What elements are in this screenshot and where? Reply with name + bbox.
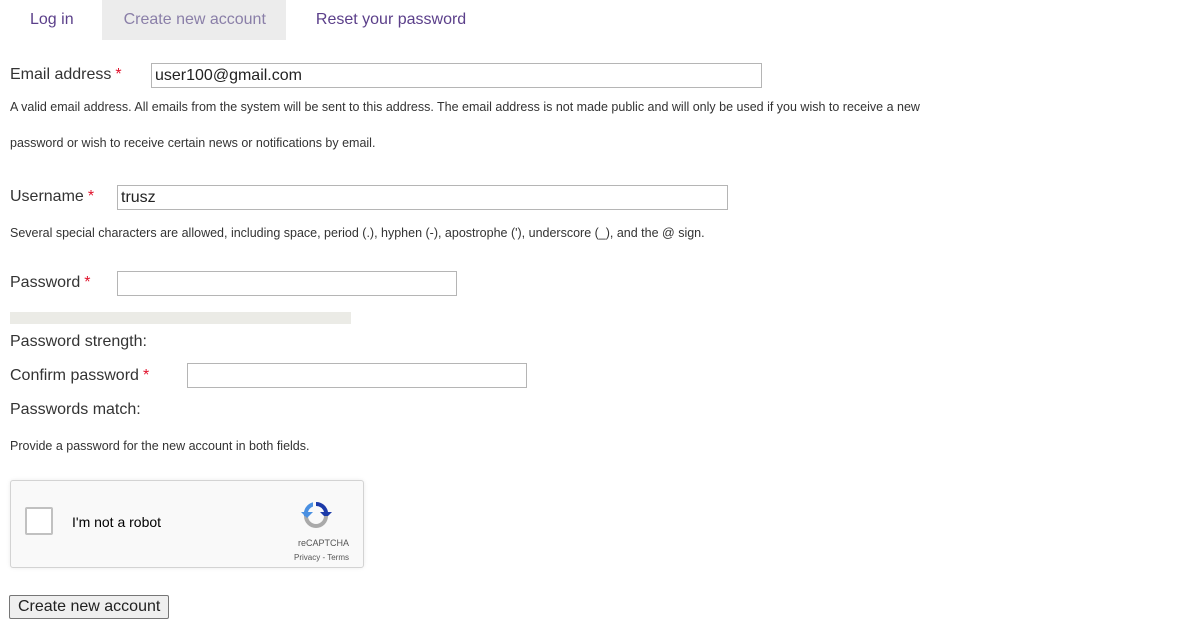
recaptcha-widget: I'm not a robot reCAPTCHA Privacy - Term… [10,480,364,568]
username-label: Username * [10,188,94,206]
required-mark: * [87,188,95,205]
password-label-text: Password [10,274,81,291]
password-strength-label: Password strength: [10,333,147,350]
required-mark: * [142,367,150,384]
recaptcha-privacy-terms-links[interactable]: Privacy - Terms [294,553,349,562]
recaptcha-label: I'm not a robot [72,514,162,530]
tab-log-in[interactable]: Log in [10,0,102,40]
passwords-match-label: Passwords match: [10,401,141,418]
email-description-line-2: password or wish to receive certain news… [10,136,376,150]
confirm-password-label: Confirm password * [10,367,149,385]
email-description-line-1: A valid email address. All emails from t… [10,100,920,114]
password-field[interactable] [117,271,457,296]
email-label-text: Email address [10,66,112,83]
username-description: Several special characters are allowed, … [10,226,705,240]
password-strength-bar [10,312,351,324]
tab-create-new-account[interactable]: Create new account [101,0,286,40]
email-field[interactable] [151,63,762,88]
recaptcha-brand: reCAPTCHA [297,538,349,548]
account-tabs: Log in Create new account Reset your pas… [10,0,486,40]
username-label-text: Username [10,188,84,205]
required-mark: * [115,66,122,83]
confirm-password-field[interactable] [187,363,527,388]
recaptcha-logo-icon [301,501,332,528]
required-mark: * [84,274,91,291]
create-new-account-button[interactable]: Create new account [9,595,170,619]
password-label: Password * [10,274,90,292]
email-label: Email address * [10,66,122,84]
recaptcha-checkbox[interactable] [25,507,53,535]
password-description: Provide a password for the new account i… [10,439,310,453]
tab-reset-password[interactable]: Reset your password [286,0,486,40]
username-field[interactable] [117,185,728,210]
confirm-password-label-text: Confirm password [10,367,139,384]
